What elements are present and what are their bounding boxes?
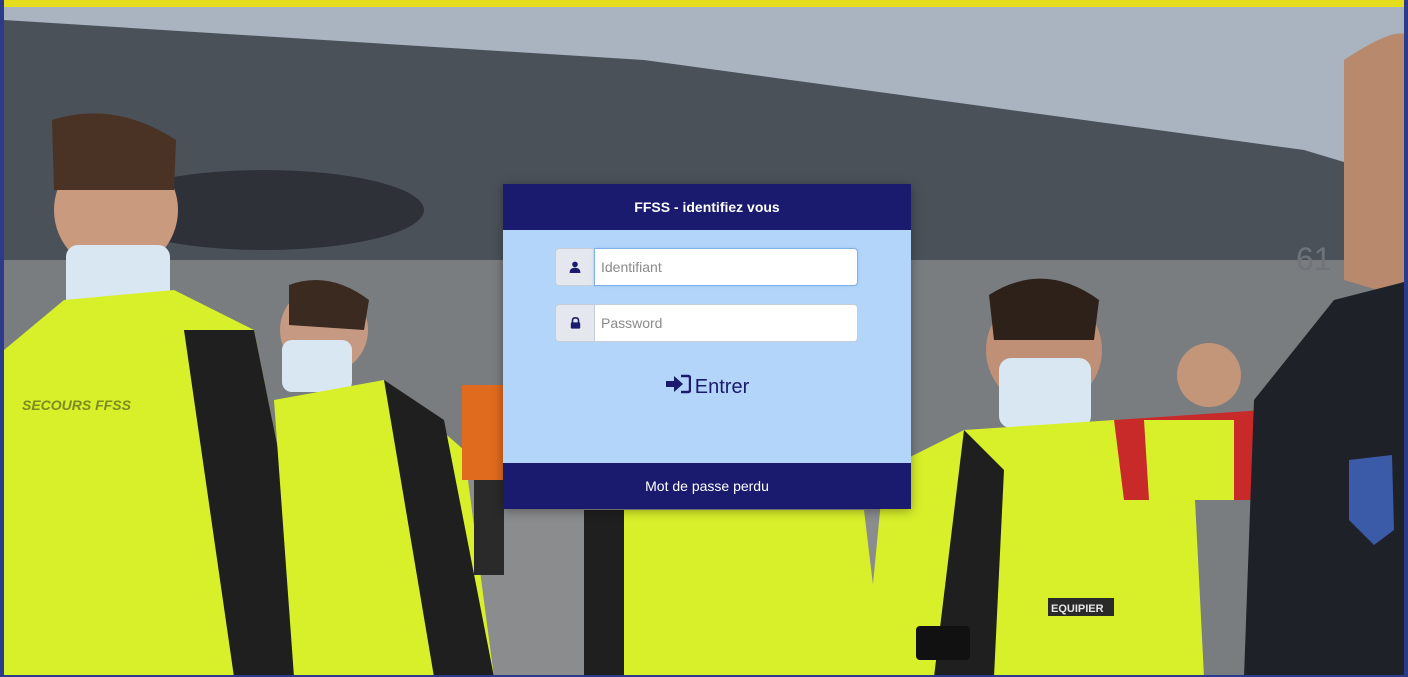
username-field bbox=[555, 248, 858, 286]
jacket-text-left: SECOURS FFSS bbox=[22, 397, 132, 413]
username-input[interactable] bbox=[594, 248, 858, 286]
top-accent-bar bbox=[4, 0, 1404, 7]
enter-label: Entrer bbox=[694, 375, 750, 398]
password-input[interactable] bbox=[594, 304, 858, 342]
user-icon bbox=[555, 248, 594, 286]
lock-icon bbox=[555, 304, 594, 342]
login-panel: FFSS - identifiez vous Identifiant Entre… bbox=[503, 184, 911, 509]
lost-password-link[interactable]: Mot de passe perdu bbox=[503, 463, 911, 509]
enter-button[interactable]: Entrer bbox=[503, 372, 911, 402]
login-title: FFSS - identifiez vous bbox=[503, 184, 911, 230]
aircraft-marking: 61 bbox=[1296, 241, 1332, 277]
jacket-text-equipier: EQUIPIER bbox=[1051, 603, 1104, 615]
password-field bbox=[555, 304, 858, 342]
page-frame: 61 SECOURS FFSS EQUIPIER FFSS - identifi… bbox=[0, 0, 1408, 677]
sign-in-icon bbox=[665, 374, 691, 400]
